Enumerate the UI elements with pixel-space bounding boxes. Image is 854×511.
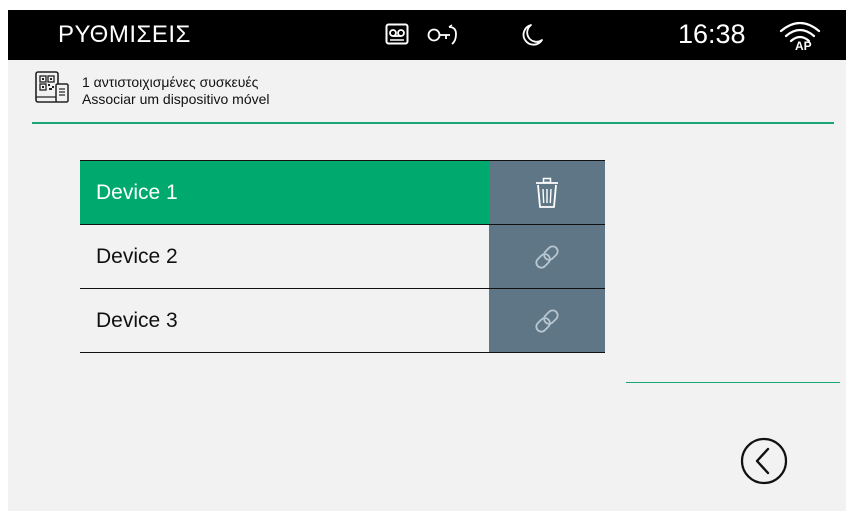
trash-icon xyxy=(536,177,558,208)
device-row[interactable]: Device 2 xyxy=(80,225,605,289)
pair-device-link[interactable]: Associar um dispositivo móvel xyxy=(82,91,270,107)
link-device-button[interactable] xyxy=(489,225,605,288)
door-key-icon[interactable] xyxy=(426,23,460,52)
link-icon xyxy=(535,308,559,333)
do-not-disturb-moon-icon[interactable] xyxy=(522,23,544,52)
device-list: Device 1 Device 2 Device 3 xyxy=(80,160,605,353)
delete-device-button[interactable] xyxy=(489,161,605,224)
voicemail-icon[interactable] xyxy=(385,23,409,50)
clock-time: 16:38 xyxy=(678,19,746,49)
link-device-button[interactable] xyxy=(489,289,605,352)
chevron-left-circle-icon xyxy=(740,437,788,485)
back-button[interactable] xyxy=(739,436,789,486)
pairing-header[interactable]: 1 αντιστοιχισμένες συσκευές Associar um … xyxy=(8,65,846,125)
wifi-ap-icon[interactable]: AP xyxy=(778,19,822,56)
header-divider xyxy=(32,122,834,124)
top-bar: ΡΥΘΜΙΣΕΙΣ 16:38 AP xyxy=(8,10,846,60)
qr-mobile-icon xyxy=(34,70,70,111)
device-name[interactable]: Device 2 xyxy=(80,225,489,288)
footer-divider xyxy=(626,382,840,383)
device-name[interactable]: Device 1 xyxy=(80,161,489,224)
device-row[interactable]: Device 3 xyxy=(80,289,605,353)
device-row[interactable]: Device 1 xyxy=(80,160,605,225)
device-name[interactable]: Device 3 xyxy=(80,289,489,352)
settings-screen: ΡΥΘΜΙΣΕΙΣ 16:38 AP 1 αντιστοιχισμένες συ… xyxy=(8,10,846,511)
wifi-ap-label: AP xyxy=(795,39,812,51)
page-title: ΡΥΘΜΙΣΕΙΣ xyxy=(58,21,191,48)
paired-count-text: 1 αντιστοιχισμένες συσκευές xyxy=(82,74,259,90)
link-icon xyxy=(535,244,559,269)
